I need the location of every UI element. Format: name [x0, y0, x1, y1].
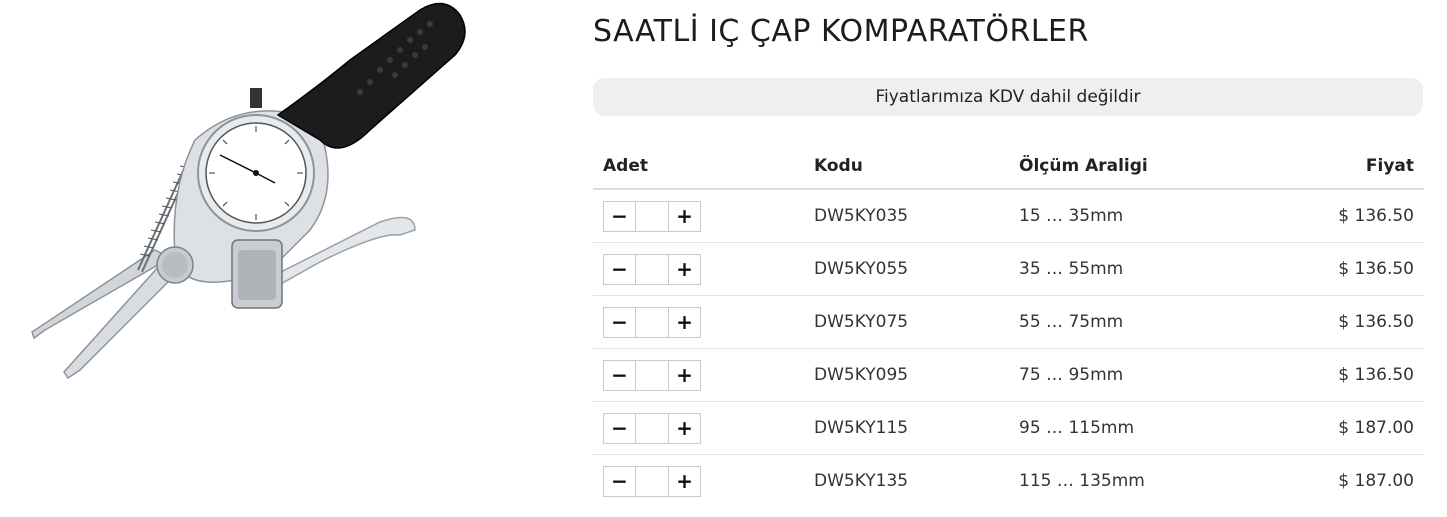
- header-adet: Adet: [593, 143, 804, 190]
- decrease-button[interactable]: −: [604, 360, 635, 390]
- quantity-input[interactable]: [635, 254, 669, 284]
- quantity-stepper: − +: [603, 412, 701, 444]
- measuring-range: 35 … 55mm: [1009, 242, 1259, 296]
- decrease-button[interactable]: −: [604, 413, 635, 443]
- qty-cell: − +: [593, 295, 804, 349]
- decrease-button[interactable]: −: [604, 307, 635, 337]
- table-header-row: Adet Kodu Ölçüm Araligi Fiyat: [593, 143, 1424, 190]
- quantity-stepper: − +: [603, 359, 701, 391]
- quantity-stepper: − +: [603, 306, 701, 338]
- product-code: DW5KY115: [804, 401, 1009, 455]
- qty-cell: − +: [593, 348, 804, 402]
- quantity-input[interactable]: [635, 466, 669, 496]
- table-row: − + DW5KY055 35 … 55mm $ 136.50: [593, 242, 1424, 296]
- increase-button[interactable]: +: [669, 201, 700, 231]
- price-table: Adet Kodu Ölçüm Araligi Fiyat − + DW5KY0…: [593, 143, 1424, 507]
- table-row: − + DW5KY135 115 … 135mm $ 187.00: [593, 455, 1424, 508]
- product-image: [31, 2, 466, 380]
- product-code: DW5KY055: [804, 242, 1009, 296]
- increase-button[interactable]: +: [669, 307, 700, 337]
- decrease-button[interactable]: −: [604, 254, 635, 284]
- table-row: − + DW5KY075 55 … 75mm $ 136.50: [593, 295, 1424, 349]
- vat-notice-text: Fiyatlarımıza KDV dahil değildir: [875, 87, 1141, 107]
- increase-button[interactable]: +: [669, 413, 700, 443]
- quantity-input[interactable]: [635, 307, 669, 337]
- quantity-stepper: − +: [603, 200, 701, 232]
- qty-cell: − +: [593, 401, 804, 455]
- header-range: Ölçüm Araligi: [1009, 143, 1259, 190]
- product-code: DW5KY035: [804, 189, 1009, 243]
- qty-cell: − +: [593, 242, 804, 296]
- quantity-stepper: − +: [603, 253, 701, 285]
- table-row: − + DW5KY035 15 … 35mm $ 136.50: [593, 189, 1424, 243]
- decrease-button[interactable]: −: [604, 466, 635, 496]
- measuring-range: 15 … 35mm: [1009, 189, 1259, 243]
- page-title: SAATLİ IÇ ÇAP KOMPARATÖRLER: [593, 14, 1089, 49]
- qty-cell: − +: [593, 455, 804, 508]
- header-price: Fiyat: [1259, 143, 1424, 190]
- measuring-range: 55 … 75mm: [1009, 295, 1259, 349]
- quantity-input[interactable]: [635, 413, 669, 443]
- table-row: − + DW5KY115 95 … 115mm $ 187.00: [593, 401, 1424, 455]
- price: $ 187.00: [1259, 401, 1424, 455]
- price: $ 187.00: [1338, 471, 1414, 491]
- measuring-range: 95 … 115mm: [1009, 401, 1259, 455]
- decrease-button[interactable]: −: [604, 201, 635, 231]
- price: $ 136.50: [1259, 189, 1424, 243]
- increase-button[interactable]: +: [669, 360, 700, 390]
- quantity-stepper: − +: [603, 465, 701, 497]
- increase-button[interactable]: +: [669, 254, 700, 284]
- quantity-input[interactable]: [635, 201, 669, 231]
- product-code: DW5KY135: [814, 471, 909, 491]
- vat-notice: Fiyatlarımıza KDV dahil değildir: [593, 78, 1423, 116]
- price: $ 136.50: [1259, 348, 1424, 402]
- price: $ 136.50: [1259, 242, 1424, 296]
- measuring-range: 115 … 135mm: [1019, 471, 1145, 491]
- header-kodu: Kodu: [804, 143, 1009, 190]
- product-code: DW5KY095: [804, 348, 1009, 402]
- qty-cell: − +: [593, 189, 804, 243]
- product-code: DW5KY075: [804, 295, 1009, 349]
- increase-button[interactable]: +: [669, 466, 700, 496]
- price: $ 136.50: [1259, 295, 1424, 349]
- table-row: − + DW5KY095 75 … 95mm $ 136.50: [593, 348, 1424, 402]
- measuring-range: 75 … 95mm: [1009, 348, 1259, 402]
- quantity-input[interactable]: [635, 360, 669, 390]
